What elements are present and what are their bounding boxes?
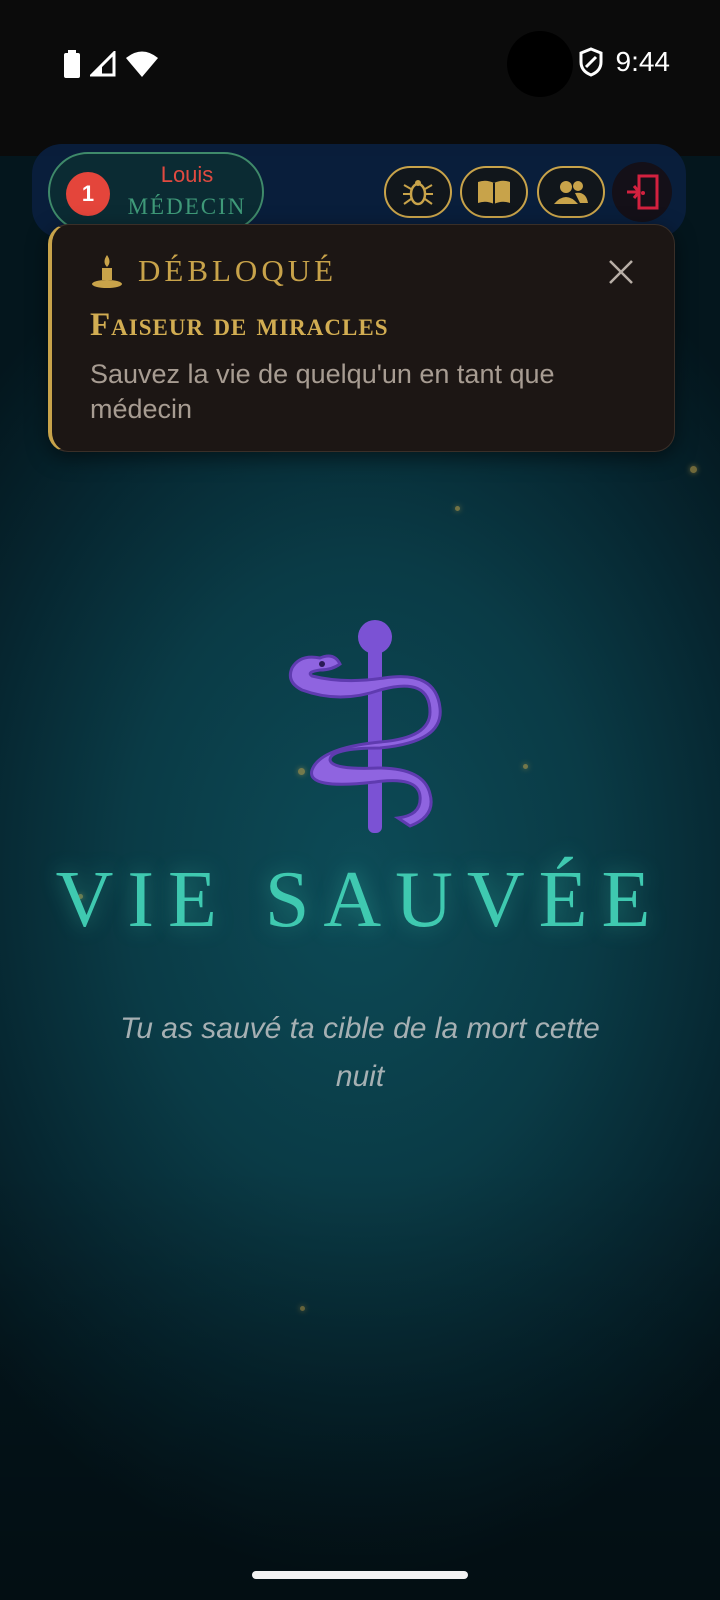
- exit-door-icon: [627, 174, 659, 210]
- achievement-notification[interactable]: DÉBLOQUÉ Faiseur de miracles Sauvez la v…: [48, 224, 675, 452]
- shield-icon: [579, 47, 602, 77]
- player-role: MÉDECIN: [127, 194, 247, 219]
- camera-cutout: [507, 31, 573, 97]
- result-subtitle: Tu as sauvé ta cible de la mort cette nu…: [120, 1012, 600, 1093]
- player-chip[interactable]: 1 Louis MÉDECIN: [48, 152, 264, 232]
- dust-speck: [455, 506, 460, 511]
- bug-icon: [403, 180, 433, 206]
- status-bar: 9:44: [0, 0, 720, 156]
- result-title: VIE SAUVÉE: [55, 856, 665, 944]
- wifi-icon: [126, 51, 158, 77]
- home-indicator[interactable]: [252, 1571, 468, 1579]
- rules-book-button[interactable]: [460, 166, 528, 218]
- player-number-badge: 1: [66, 172, 110, 216]
- notification-description: Sauvez la vie de quelqu'un en tant que m…: [90, 359, 555, 424]
- signal-icon: [90, 51, 116, 77]
- clock: 9:44: [615, 46, 671, 77]
- notification-kicker: DÉBLOQUÉ: [138, 253, 338, 288]
- player-name: Louis: [160, 162, 214, 187]
- close-icon[interactable]: [606, 257, 636, 287]
- candle-icon: [92, 255, 122, 288]
- book-icon: [478, 180, 510, 204]
- dust-speck: [300, 1306, 305, 1311]
- bug-report-button[interactable]: [384, 166, 452, 218]
- notification-title: Faiseur de miracles: [90, 307, 389, 343]
- battery-icon: [64, 50, 80, 78]
- caduceus-icon: [288, 620, 442, 833]
- dust-speck: [523, 764, 528, 769]
- players-button[interactable]: [537, 166, 605, 218]
- players-icon: [554, 181, 588, 204]
- exit-game-button[interactable]: [612, 162, 672, 222]
- dust-speck: [690, 466, 697, 473]
